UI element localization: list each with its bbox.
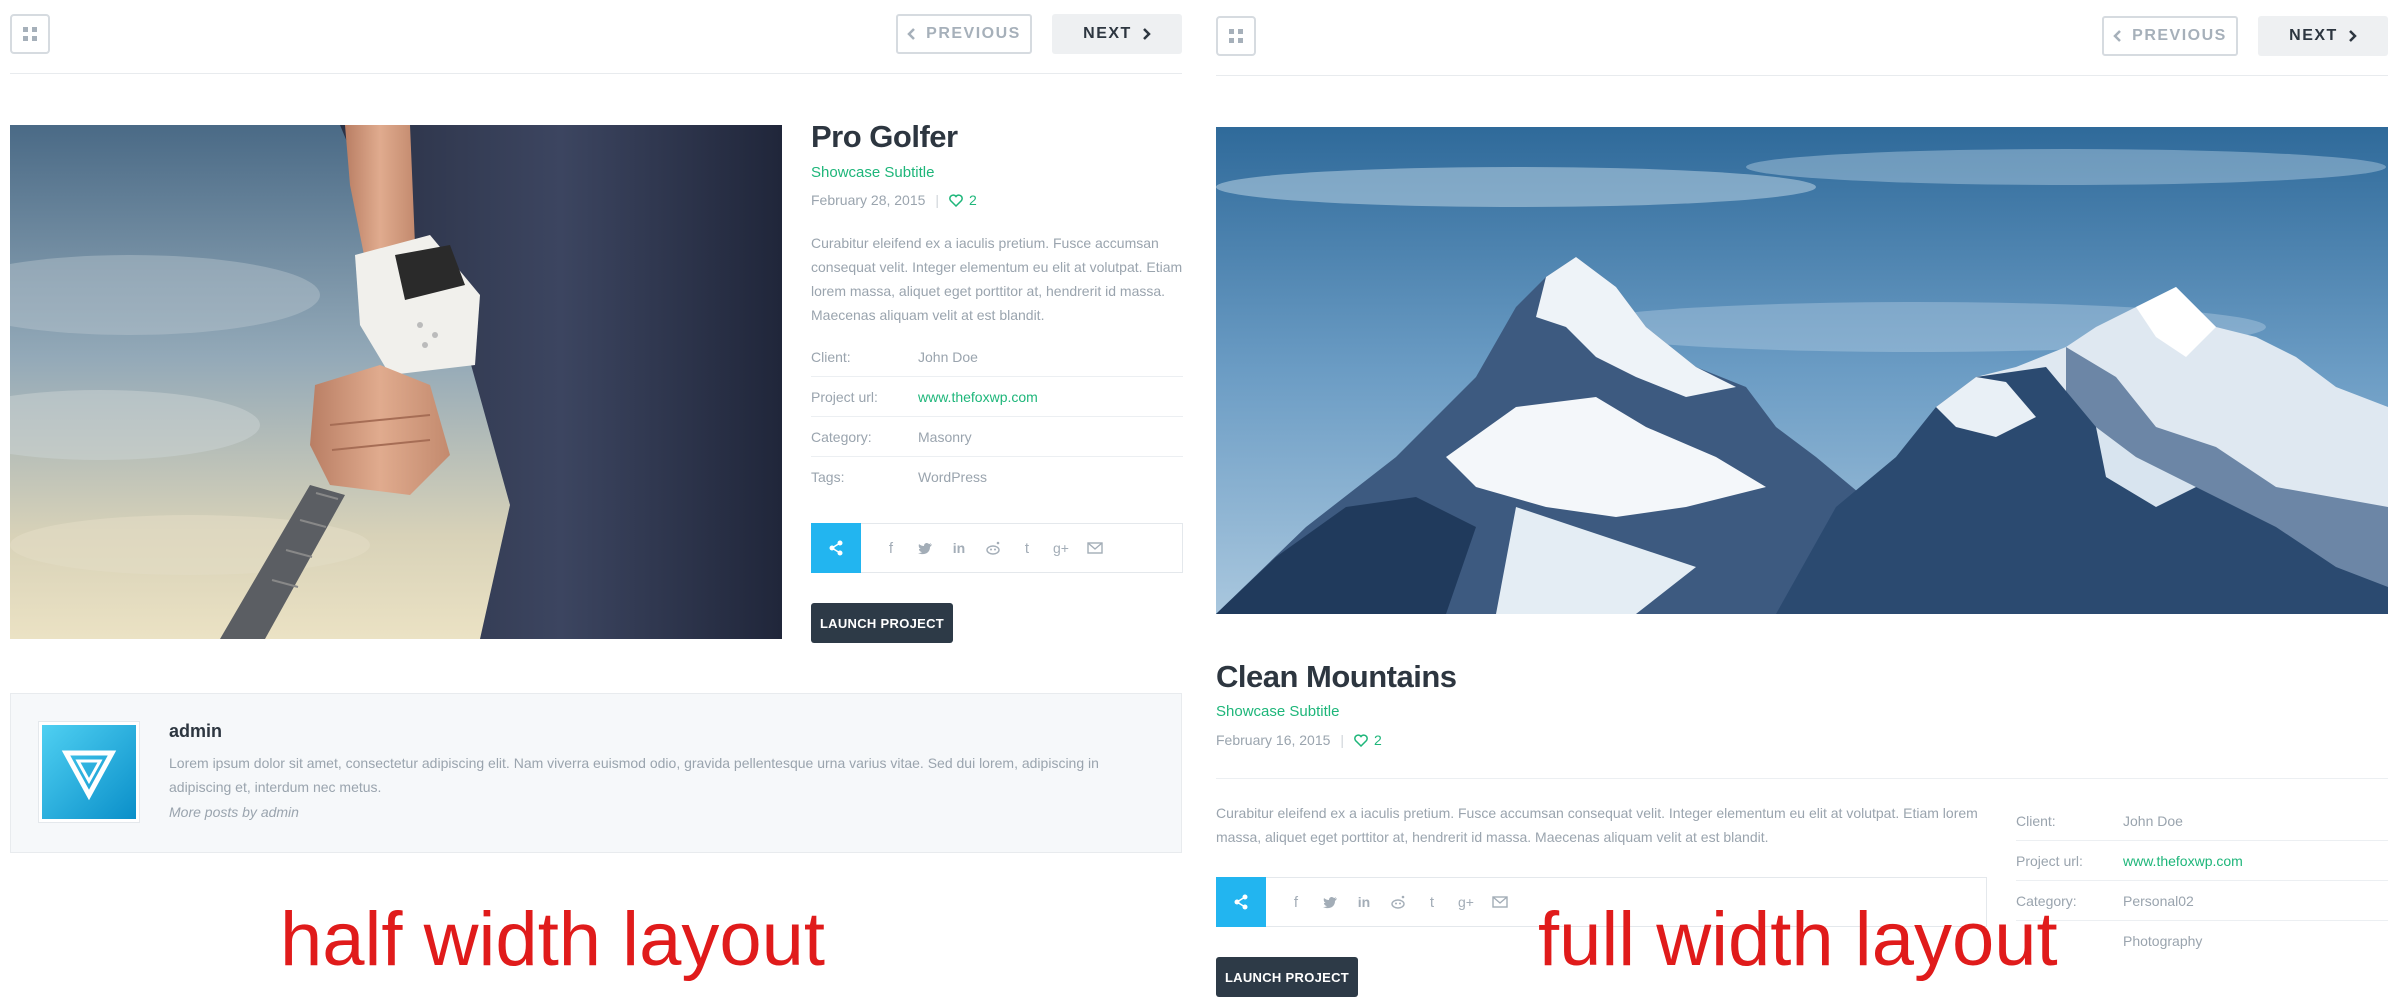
share-icons: f in t g+ — [861, 538, 1105, 558]
detail-label: Tags: — [811, 469, 845, 485]
layout-caption: full width layout — [1538, 897, 2058, 982]
heart-icon — [949, 193, 963, 207]
share-toggle-button[interactable] — [1216, 876, 1266, 927]
detail-value: John Doe — [918, 348, 978, 365]
linkedin-icon[interactable]: in — [949, 538, 969, 558]
chevron-left-icon — [907, 28, 916, 40]
previous-button[interactable]: PREVIOUS — [896, 14, 1032, 54]
google-plus-icon[interactable]: g+ — [1456, 892, 1476, 912]
like-count: 2 — [969, 192, 977, 208]
detail-row-url: Project url: www.thefoxwp.com — [2016, 841, 2388, 881]
share-bar: f in t g+ — [811, 522, 1183, 573]
author-name: admin — [169, 721, 223, 741]
more-posts-link[interactable]: More posts by admin — [169, 804, 299, 820]
project-date: February 28, 2015 — [811, 192, 926, 208]
project-url-link[interactable]: www.thefoxwp.com — [2123, 853, 2243, 869]
previous-label: PREVIOUS — [926, 25, 1021, 42]
share-icons: f in t g+ — [1266, 892, 1510, 912]
like-count: 2 — [1374, 732, 1382, 748]
share-toggle-button[interactable] — [811, 522, 861, 573]
project-description: Curabitur eleifend ex a iaculis pretium.… — [811, 235, 1183, 323]
detail-value: Personal02 — [2123, 892, 2194, 909]
project-meta: February 16, 2015 | 2 — [1216, 732, 1382, 748]
detail-label: Client: — [811, 348, 851, 365]
launch-project-button[interactable]: LAUNCH PROJECT — [1216, 957, 1358, 997]
project-image — [1216, 127, 2388, 614]
project-details: Client: John Doe Project url: www.thefoxwp… — [2016, 801, 2388, 961]
detail-label: Project url: — [811, 388, 878, 405]
project-details: Client: John Doe Project url: www.thefoxwp… — [811, 337, 1183, 497]
detail-value: John Doe — [2123, 812, 2183, 829]
layout-caption: half width layout — [280, 897, 825, 982]
grid-view-button[interactable] — [1216, 16, 1256, 56]
grid-view-button[interactable] — [10, 14, 50, 54]
chevron-left-icon — [2113, 30, 2122, 42]
detail-row-category: Category: Masonry — [811, 417, 1183, 457]
detail-row-client: Client: John Doe — [811, 337, 1183, 377]
project-subtitle: Showcase Subtitle — [1216, 703, 1340, 720]
divider — [1216, 778, 2388, 779]
detail-value: WordPress — [918, 469, 987, 485]
share-icon — [829, 540, 843, 555]
portfolio-nav-bar: PREVIOUS NEXT — [10, 0, 1182, 74]
detail-label: Project url: — [2016, 852, 2083, 869]
project-url-link[interactable]: www.thefoxwp.com — [918, 389, 1038, 405]
detail-label: Category: — [811, 428, 872, 445]
tumblr-icon[interactable]: t — [1017, 538, 1037, 558]
detail-row-tags: Tags: WordPress — [811, 457, 1183, 497]
detail-row-category: Category: Personal02 — [2016, 881, 2388, 921]
detail-row-url: Project url: www.thefoxwp.com — [811, 377, 1183, 417]
meta-separator: | — [1340, 732, 1345, 748]
email-icon[interactable] — [1085, 538, 1105, 558]
next-label: NEXT — [2289, 27, 2338, 44]
project-date: February 16, 2015 — [1216, 732, 1331, 748]
project-meta: February 28, 2015 | 2 — [811, 192, 977, 208]
project-description: Curabitur eleifend ex a iaculis pretium.… — [1216, 805, 1978, 845]
detail-value: Masonry — [918, 428, 972, 445]
author-box: admin Lorem ipsum dolor sit amet, consec… — [10, 693, 1182, 853]
tumblr-icon[interactable]: t — [1422, 892, 1442, 912]
detail-label: Client: — [2016, 812, 2056, 829]
previous-button[interactable]: PREVIOUS — [2102, 16, 2238, 56]
twitter-icon[interactable] — [1320, 892, 1340, 912]
half-width-layout: PREVIOUS NEXT Pro Golfer Showcase Subtit… — [10, 0, 1183, 1007]
facebook-icon[interactable]: f — [881, 538, 901, 558]
google-plus-icon[interactable]: g+ — [1051, 538, 1071, 558]
chevron-right-icon — [1142, 28, 1151, 40]
twitter-icon[interactable] — [915, 538, 935, 558]
full-width-layout: PREVIOUS NEXT Clean Mountains Showcase S… — [1216, 0, 2388, 1007]
next-label: NEXT — [1083, 25, 1132, 42]
email-icon[interactable] — [1490, 892, 1510, 912]
grid-icon — [1229, 29, 1243, 43]
grid-icon — [23, 27, 37, 41]
linkedin-icon[interactable]: in — [1354, 892, 1374, 912]
like-button[interactable]: 2 — [949, 192, 977, 208]
chevron-right-icon — [2348, 30, 2357, 42]
portfolio-nav-bar: PREVIOUS NEXT — [1216, 0, 2388, 76]
project-subtitle: Showcase Subtitle — [811, 164, 935, 181]
next-button[interactable]: NEXT — [2258, 16, 2388, 56]
next-button[interactable]: NEXT — [1052, 14, 1182, 54]
reddit-icon[interactable] — [1388, 892, 1408, 912]
detail-row-client: Client: John Doe — [2016, 801, 2388, 841]
author-bio: Lorem ipsum dolor sit amet, consectetur … — [169, 755, 1099, 795]
previous-label: PREVIOUS — [2132, 27, 2227, 44]
share-icon — [1234, 894, 1248, 909]
avatar — [39, 722, 139, 822]
launch-project-button[interactable]: LAUNCH PROJECT — [811, 603, 953, 643]
project-title: Clean Mountains — [1216, 659, 1457, 694]
project-image — [10, 125, 782, 639]
like-button[interactable]: 2 — [1354, 732, 1382, 748]
heart-icon — [1354, 733, 1368, 747]
facebook-icon[interactable]: f — [1286, 892, 1306, 912]
detail-row-tags: Photography — [2016, 921, 2388, 961]
reddit-icon[interactable] — [983, 538, 1003, 558]
meta-separator: | — [935, 192, 940, 208]
project-title: Pro Golfer — [811, 119, 958, 154]
detail-value: Photography — [2123, 933, 2203, 949]
